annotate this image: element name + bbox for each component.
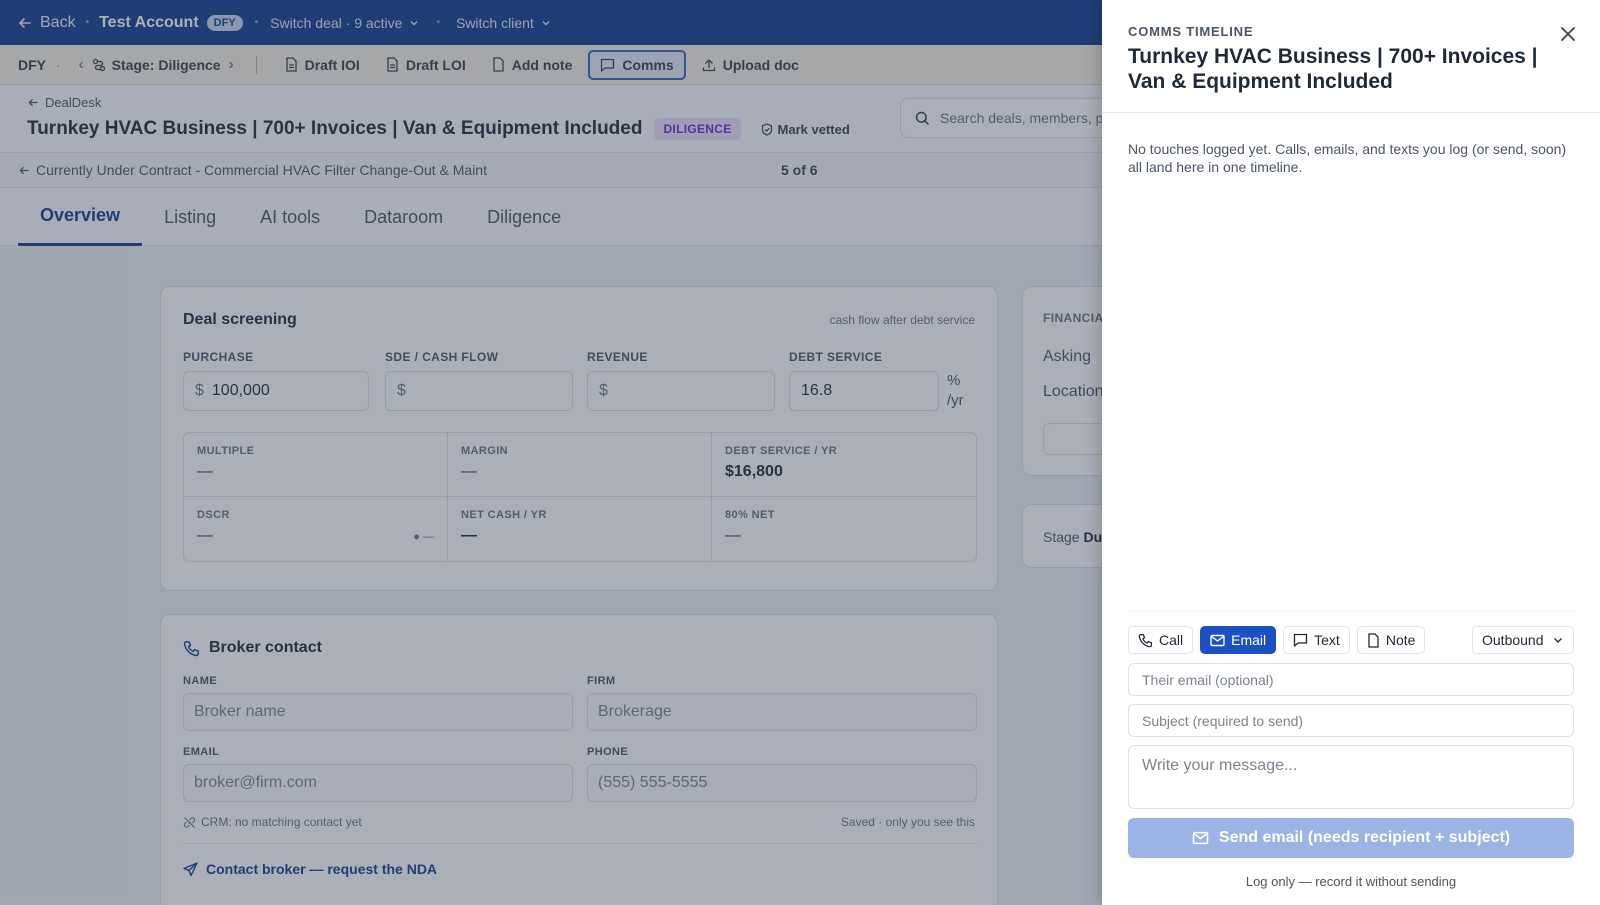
direction-value: Outbound [1482,632,1544,648]
recipient-email-input[interactable]: Their email (optional) [1128,663,1574,696]
channel-label: Call [1159,632,1184,648]
direction-select[interactable]: Outbound [1472,626,1574,654]
channel-call-button[interactable]: Call [1128,626,1194,654]
send-email-button[interactable]: Send email (needs recipient + subject) [1128,818,1574,858]
message-textarea[interactable]: Write your message... [1128,745,1574,809]
close-button[interactable] [1556,22,1580,46]
channel-label: Text [1314,632,1340,648]
drawer-kicker: COMMS TIMELINE [1128,24,1254,39]
drawer-title: Turnkey HVAC Business | 700+ Invoices | … [1128,45,1538,93]
channel-email-button[interactable]: Email [1200,626,1277,654]
close-icon [1561,27,1575,41]
channel-label: Note [1385,632,1416,648]
comms-timeline-drawer: COMMS TIMELINE Turnkey HVAC Business | 7… [1102,0,1600,905]
phone-icon [1138,633,1153,647]
send-email-label: Send email (needs recipient + subject) [1218,829,1511,846]
subject-input[interactable]: Subject (required to send) [1128,704,1574,737]
timeline-empty-message: No touches logged yet. Calls, emails, an… [1128,141,1567,175]
channel-text-button[interactable]: Text [1283,626,1350,654]
note-icon [1368,632,1379,648]
mail-icon [1192,831,1209,845]
channel-selector: Call Email Text Note [1128,626,1426,654]
channel-label: Email [1231,632,1267,648]
divider [1128,611,1574,612]
chevron-down-icon [1554,638,1562,643]
divider [1102,112,1600,113]
modal-backdrop[interactable] [0,0,1102,905]
chat-icon [1293,633,1308,647]
mail-icon [1210,634,1225,646]
channel-note-button[interactable]: Note [1356,626,1426,654]
log-only-link[interactable]: Log only — record it without sending [1128,874,1574,889]
